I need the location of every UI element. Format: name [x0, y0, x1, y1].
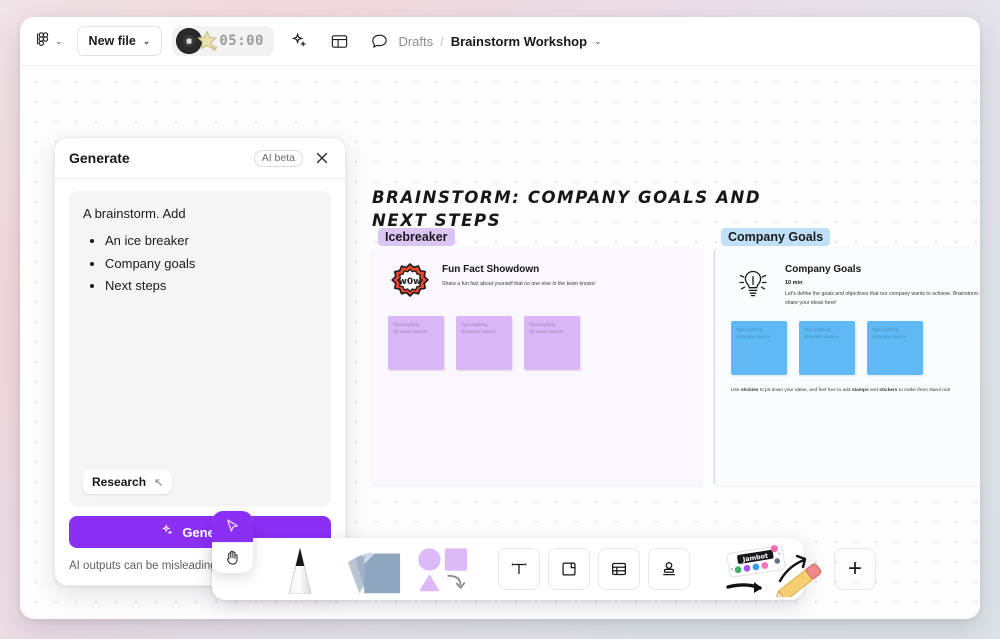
breadcrumb-separator: /: [440, 34, 444, 49]
figjam-canvas[interactable]: BRAINSTORM: COMPANY GOALS AND NEXT STEPS…: [20, 66, 980, 619]
frame-description: Share a fun fact about yourself that no …: [442, 280, 686, 289]
frame-text-block: Fun Fact Showdown Share a fun fact about…: [442, 262, 686, 289]
cursor-tool-stack: [212, 511, 253, 573]
logo-caret-icon: ⌄: [55, 37, 63, 46]
sticky-note[interactable]: Type anything, @mention anyone: [456, 316, 512, 370]
object-tool-group: [490, 538, 698, 600]
research-chip-label: Research: [92, 475, 146, 489]
frame-header: Company Goals 10 min Let's define the go…: [731, 262, 980, 307]
sticky-note[interactable]: Type anything, @mention anyone: [388, 316, 444, 370]
note-part: to make them stand out!: [897, 388, 950, 393]
note-part: stamps: [852, 388, 869, 393]
ai-beta-badge: AI beta: [254, 150, 303, 167]
prompt-bullet: Next steps: [105, 275, 317, 298]
chevron-down-icon: ⌄: [143, 37, 151, 46]
note-part: Use: [731, 388, 741, 393]
sticky-note[interactable]: Type anything, @mention anyone: [524, 316, 580, 370]
frame-label-icebreaker[interactable]: Icebreaker: [378, 228, 455, 246]
sparkle-icon[interactable]: [284, 26, 314, 56]
sticky-note[interactable]: Type anything, @mention anyone: [731, 321, 787, 375]
generate-panel: Generate AI beta A brainstorm. Add: [54, 137, 346, 586]
frame-duration: 10 min: [785, 280, 980, 286]
new-file-label: New file: [89, 34, 136, 48]
frame-footer-note: Use stickies to jot down your ideas, and…: [731, 387, 980, 395]
generate-panel-body: A brainstorm. Add An ice breaker Company…: [55, 179, 345, 506]
board-title: BRAINSTORM: COMPANY GOALS AND NEXT STEPS: [372, 186, 762, 232]
shapes-tool[interactable]: [414, 544, 474, 594]
wow-badge-sticker: w0w: [388, 262, 432, 302]
sticky-note[interactable]: Type anything, @mention anyone: [799, 321, 855, 375]
more-tools-button[interactable]: +: [834, 548, 876, 590]
app-logo-menu[interactable]: ⌄: [32, 27, 67, 56]
note-part: and: [869, 388, 880, 393]
widgets-stickers-tool[interactable]: Jambot: [714, 541, 832, 597]
prompt-bullet-list: An ice breaker Company goals Next steps: [83, 230, 317, 298]
table-tool[interactable]: [598, 548, 640, 590]
svg-text:w0w: w0w: [399, 277, 422, 287]
frame-company-goals[interactable]: Company Goals: [714, 248, 980, 485]
stamp-tool[interactable]: [648, 548, 690, 590]
prompt-bullet: Company goals: [105, 253, 317, 276]
generate-panel-header: Generate AI beta: [55, 138, 345, 179]
arrow-up-left-icon: ↖: [154, 476, 163, 489]
panel-title: Generate: [69, 150, 246, 166]
sticky-placeholder: Type anything, @mention anyone: [872, 327, 918, 340]
breadcrumb-caret-icon[interactable]: ⌄: [594, 37, 602, 46]
draw-tool-group: [262, 538, 482, 600]
page-root: ⌄ New file ⌄ ♫ 05:00: [0, 0, 1000, 639]
sticky-placeholder: Type anything, @mention anyone: [804, 327, 850, 340]
frame-description: Let's define the goals and objectives th…: [785, 290, 980, 307]
breadcrumb-parent[interactable]: Drafts: [398, 34, 433, 49]
prompt-spacer: [83, 298, 317, 470]
sticky-placeholder: Type anything, @mention anyone: [736, 327, 782, 340]
figjam-window: ⌄ New file ⌄ ♫ 05:00: [20, 17, 980, 619]
extras-tool-group: Jambot: [706, 538, 884, 600]
lightbulb-icon: [731, 262, 775, 304]
timer-value: 05:00: [219, 33, 264, 49]
sparkle-icon: [161, 524, 174, 540]
research-chip[interactable]: Research ↖: [83, 470, 172, 494]
sticky-placeholder: Type anything, @mention anyone: [529, 322, 575, 335]
sticky-placeholder: Type anything, @mention anyone: [393, 322, 439, 335]
note-part: stickers: [879, 388, 897, 393]
layout-panel-icon[interactable]: [324, 26, 354, 56]
prompt-bullet: An ice breaker: [105, 230, 317, 253]
sticky-note[interactable]: Type anything, @mention anyone: [867, 321, 923, 375]
bottom-toolbar: Jambot: [212, 538, 804, 600]
frame-company-goals-content: Company Goals 10 min Let's define the go…: [715, 248, 980, 485]
timer-widget[interactable]: ♫ 05:00: [172, 26, 274, 56]
select-cursor-tool[interactable]: [212, 511, 253, 542]
prompt-intro: A brainstorm. Add: [83, 205, 317, 224]
sticky-note-row: Type anything, @mention anyone Type anyt…: [388, 316, 686, 370]
breadcrumb-current[interactable]: Brainstorm Workshop: [451, 34, 587, 49]
close-icon[interactable]: [311, 147, 333, 169]
frame-text-block: Company Goals 10 min Let's define the go…: [785, 262, 980, 307]
sticky-note-tool[interactable]: [342, 544, 402, 594]
toolbar-left-group: ⌄ New file ⌄ ♫ 05:00: [20, 26, 394, 56]
hand-pan-tool[interactable]: [212, 542, 253, 574]
note-part: to jot down your ideas, and feel free to…: [758, 388, 851, 393]
frame-header: w0w Fun Fact Showdown Share a fun fact a…: [388, 262, 686, 302]
section-tool[interactable]: [548, 548, 590, 590]
sticky-note-row: Type anything, @mention anyone Type anyt…: [731, 321, 980, 375]
note-part: stickies: [741, 388, 759, 393]
frame-icebreaker-content: w0w Fun Fact Showdown Share a fun fact a…: [372, 248, 702, 485]
frame-label-company-goals[interactable]: Company Goals: [721, 228, 830, 246]
prompt-input[interactable]: A brainstorm. Add An ice breaker Company…: [69, 191, 331, 506]
new-file-button[interactable]: New file ⌄: [77, 26, 163, 56]
top-toolbar: ⌄ New file ⌄ ♫ 05:00: [20, 17, 980, 66]
star-sticker-icon: [195, 29, 219, 53]
figjam-logo-icon: [36, 31, 52, 52]
frame-title: Company Goals: [785, 264, 980, 275]
frame-icebreaker[interactable]: Icebreaker w0w Fun Fact Showdown: [372, 248, 702, 485]
text-tool[interactable]: [498, 548, 540, 590]
sticky-placeholder: Type anything, @mention anyone: [461, 322, 507, 335]
pen-tool[interactable]: [270, 544, 330, 594]
frame-title: Fun Fact Showdown: [442, 264, 686, 275]
comment-bubble-icon[interactable]: [364, 26, 394, 56]
